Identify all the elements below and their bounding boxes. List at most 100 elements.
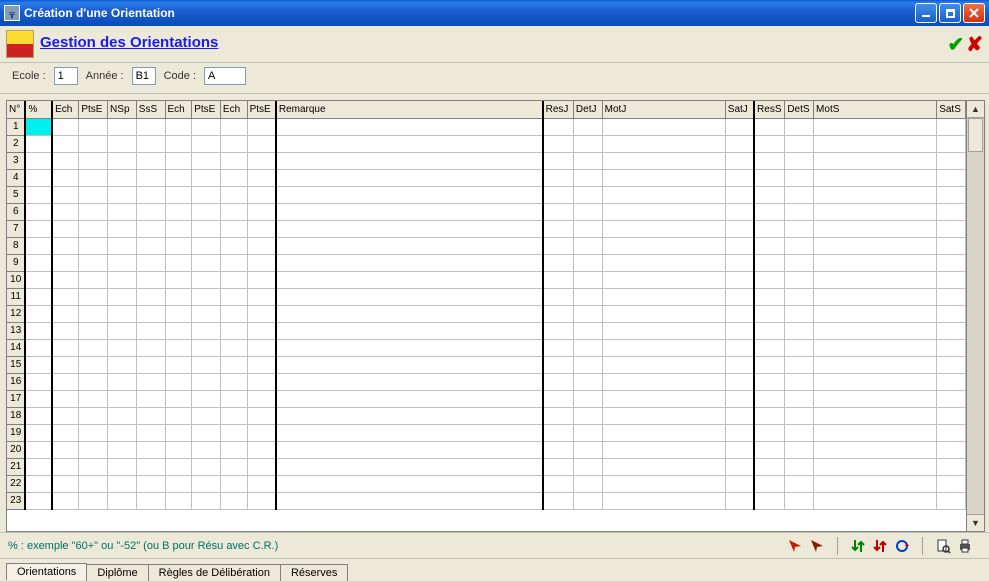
grid-cell[interactable] [220,305,247,322]
col-pts2[interactable]: PtsE [192,101,221,118]
grid-cell[interactable] [136,271,165,288]
grid-cell[interactable] [220,152,247,169]
grid-cell[interactable] [602,441,725,458]
grid-cell[interactable] [754,407,785,424]
grid-cell[interactable] [220,407,247,424]
grid-cell[interactable] [220,169,247,186]
grid-cell[interactable] [814,322,937,339]
grid-cell[interactable] [247,322,276,339]
grid-cell[interactable] [814,356,937,373]
grid-cell[interactable] [165,237,192,254]
grid-cell[interactable] [543,220,574,237]
grid-cell[interactable] [573,441,602,458]
grid-cell[interactable] [543,152,574,169]
grid-cell[interactable] [602,203,725,220]
grid-cell[interactable] [108,254,137,271]
grid-cell[interactable] [276,305,543,322]
grid-cell[interactable] [220,220,247,237]
grid-cell[interactable] [573,305,602,322]
col-rem[interactable]: Remarque [276,101,543,118]
grid-cell[interactable] [785,322,814,339]
grid-cell[interactable] [165,135,192,152]
grid-cell[interactable] [25,271,52,288]
tab-r-gles-de-d-lib-ration[interactable]: Règles de Délibération [148,564,281,581]
grid-cell[interactable] [108,390,137,407]
grid-cell[interactable] [79,135,108,152]
grid-cell[interactable] [25,458,52,475]
grid-cell[interactable] [725,203,754,220]
grid-cell[interactable] [79,254,108,271]
cursor-red-icon[interactable] [786,537,804,555]
close-button[interactable] [963,3,985,23]
grid-cell[interactable] [725,254,754,271]
grid-cell[interactable] [192,254,221,271]
grid-cell[interactable] [937,118,966,135]
ecole-input[interactable] [54,67,78,85]
table-row[interactable]: 13 [7,322,966,339]
scroll-up-icon[interactable]: ▲ [967,101,984,118]
grid-cell[interactable] [573,220,602,237]
grid-cell[interactable] [108,271,137,288]
tab-orientations[interactable]: Orientations [6,563,87,580]
grid-cell[interactable] [602,271,725,288]
grid-cell[interactable] [52,254,79,271]
grid-cell[interactable] [247,441,276,458]
grid-cell[interactable] [192,373,221,390]
grid-cell[interactable] [276,203,543,220]
grid-cell[interactable] [52,492,79,509]
grid-cell[interactable] [136,237,165,254]
grid-cell[interactable] [79,407,108,424]
grid-cell[interactable] [602,458,725,475]
grid-cell[interactable] [573,118,602,135]
grid-cell[interactable] [754,254,785,271]
grid-cell[interactable] [785,237,814,254]
grid-cell[interactable] [543,118,574,135]
grid-cell[interactable] [937,458,966,475]
grid-cell[interactable] [276,492,543,509]
col-ech1[interactable]: Ech [52,101,79,118]
row-number-cell[interactable]: 12 [7,305,25,322]
grid-cell[interactable] [192,271,221,288]
grid-cell[interactable] [52,373,79,390]
grid-cell[interactable] [276,424,543,441]
grid-cell[interactable] [725,169,754,186]
grid-cell[interactable] [25,475,52,492]
grid-cell[interactable] [602,237,725,254]
grid-cell[interactable] [136,135,165,152]
grid-cell[interactable] [573,203,602,220]
grid-cell[interactable] [108,186,137,203]
grid-cell[interactable] [785,254,814,271]
grid-cell[interactable] [247,186,276,203]
col-n[interactable]: N° [7,101,25,118]
grid-cell[interactable] [725,152,754,169]
grid-cell[interactable] [108,458,137,475]
grid-cell[interactable] [602,135,725,152]
grid-cell[interactable] [725,424,754,441]
table-row[interactable]: 16 [7,373,966,390]
grid-cell[interactable] [52,288,79,305]
col-pct[interactable]: % [25,101,52,118]
grid-cell[interactable] [725,373,754,390]
grid-cell[interactable] [754,271,785,288]
grid-cell[interactable] [543,475,574,492]
grid-cell[interactable] [276,475,543,492]
grid-cell[interactable] [247,475,276,492]
grid-cell[interactable] [276,373,543,390]
grid-cell[interactable] [814,373,937,390]
grid-cell[interactable] [785,135,814,152]
grid-cell[interactable] [937,407,966,424]
grid-cell[interactable] [52,203,79,220]
grid-cell[interactable] [785,373,814,390]
row-number-cell[interactable]: 2 [7,135,25,152]
grid-cell[interactable] [220,356,247,373]
grid-cell[interactable] [785,169,814,186]
table-row[interactable]: 7 [7,220,966,237]
cursor-darkred-icon[interactable] [808,537,826,555]
grid-cell[interactable] [192,390,221,407]
grid-cell[interactable] [725,356,754,373]
grid-cell[interactable] [573,424,602,441]
row-number-cell[interactable]: 10 [7,271,25,288]
grid-cell[interactable] [136,339,165,356]
print-icon[interactable] [956,537,974,555]
grid-cell[interactable] [573,492,602,509]
